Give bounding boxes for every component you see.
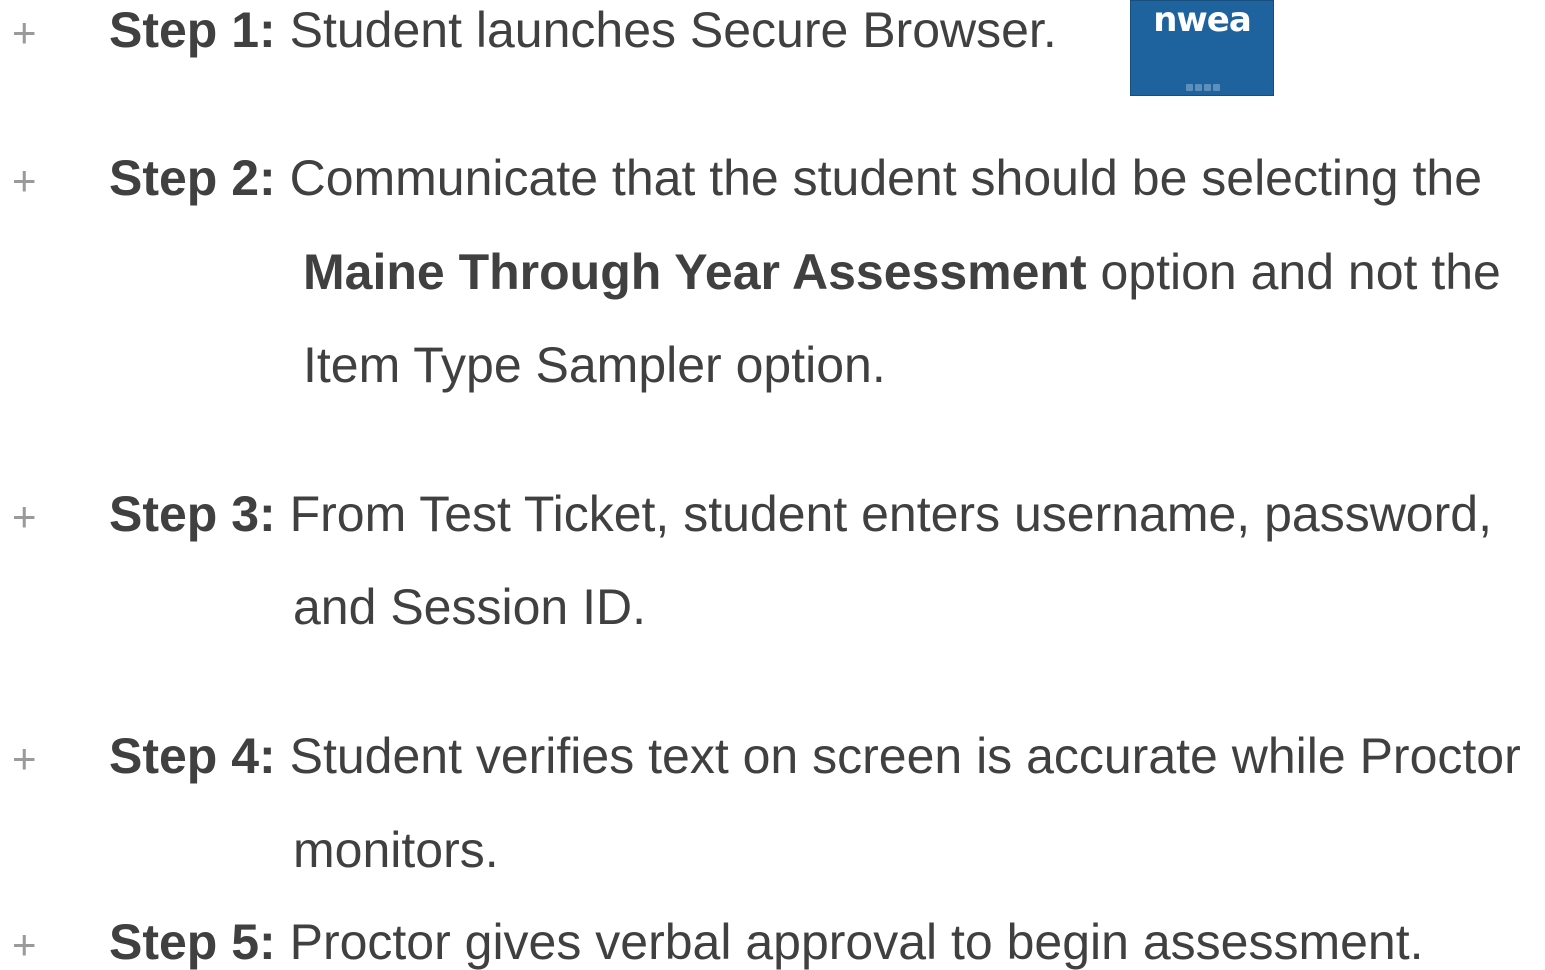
step-5-text: Proctor gives verbal approval to begin a… [275,914,1424,970]
step-3-bullet-icon: + [12,493,37,540]
step-4-text-1: Student verifies text on screen is accur… [275,728,1521,784]
step-2-text-2: option and not the [1086,244,1501,300]
assessment-name: Maine Through Year Assessment [303,244,1087,300]
step-1-bullet-icon: + [12,9,37,56]
step-2-text-3: Item Type Sampler option. [303,337,886,393]
step-4-label: Step 4: [109,728,276,784]
nwea-logo: nwea [1130,0,1274,96]
step-1-label: Step 1: [109,2,276,58]
step-2-line-3: Item Type Sampler option. [303,340,886,390]
step-4-line-2: monitors. [293,825,499,875]
step-5-bullet-icon: + [12,921,37,968]
step-3-label: Step 3: [109,486,276,542]
step-5-label: Step 5: [109,914,276,970]
step-2-line-2: Maine Through Year Assessment option and… [303,247,1501,297]
step-3-line-1: Step 3: From Test Ticket, student enters… [109,489,1492,539]
nwea-logo-text: nwea [1153,0,1252,40]
step-2-bullet-icon: + [12,157,37,204]
step-3-text-1: From Test Ticket, student enters usernam… [275,486,1492,542]
step-3-line-2: and Session ID. [293,582,646,632]
step-1-text: Student launches Secure Browser. [275,2,1057,58]
logo-mark-icon [1186,84,1220,91]
step-2-label: Step 2: [109,150,276,206]
step-2-line-1: Step 2: Communicate that the student sho… [109,153,1482,203]
step-3-text-2: and Session ID. [293,579,646,635]
step-4-text-2: monitors. [293,822,499,878]
step-5-line-1: Step 5: Proctor gives verbal approval to… [109,917,1424,967]
step-2-text-1: Communicate that the student should be s… [275,150,1483,206]
step-1-line-1: Step 1: Student launches Secure Browser. [109,5,1057,55]
step-4-line-1: Step 4: Student verifies text on screen … [109,731,1521,781]
step-4-bullet-icon: + [12,735,37,782]
